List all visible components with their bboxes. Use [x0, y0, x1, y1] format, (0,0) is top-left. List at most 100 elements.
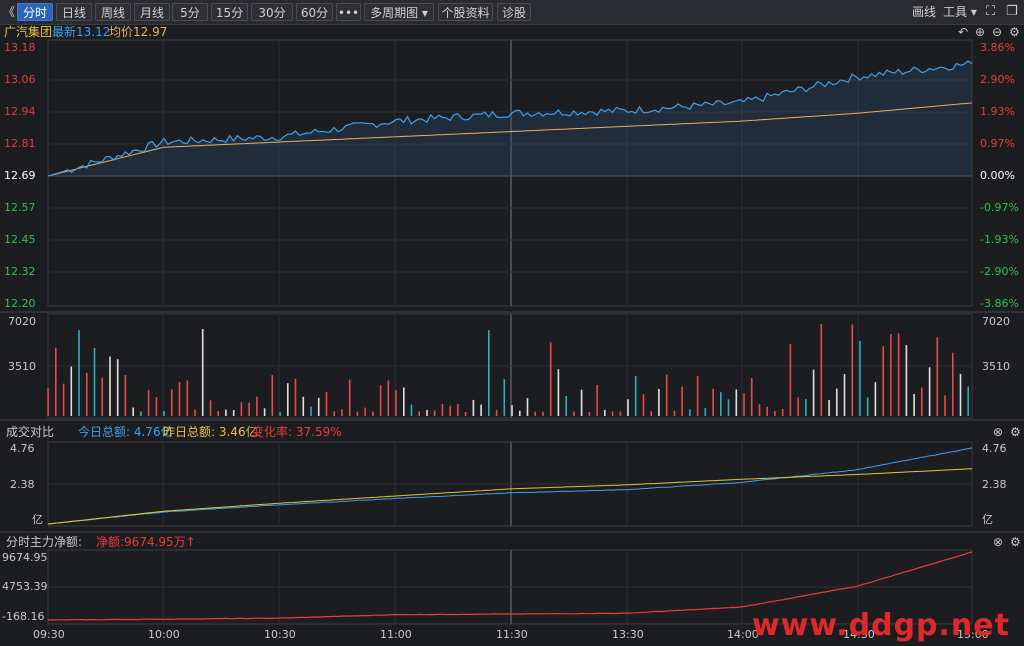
volume-bar [596, 385, 598, 416]
time-tick: 10:30 [264, 628, 296, 641]
price-tick: 12.45 [4, 233, 36, 246]
volume-bar [225, 409, 227, 416]
volume-bar [805, 398, 807, 416]
volume-bar [519, 410, 521, 416]
volume-bar [905, 345, 908, 416]
volume-bar [580, 389, 583, 416]
volume-bar [426, 410, 428, 416]
volume-bar [611, 411, 614, 416]
volume-bar [410, 404, 413, 416]
volume-bar [549, 342, 552, 416]
volume-bar [634, 376, 637, 416]
volume-bar [201, 329, 204, 416]
volume-bar [171, 389, 173, 416]
volume-bar [341, 409, 343, 416]
volume-bar [70, 366, 73, 416]
volume-bar [248, 402, 250, 416]
volume-bar [851, 324, 854, 416]
pct-tick: 0.97% [980, 137, 1015, 150]
volume-bar [294, 378, 297, 416]
volume-bar [287, 383, 289, 416]
volume-bar [317, 397, 320, 416]
time-tick: 13:30 [612, 628, 644, 641]
volume-bar [928, 367, 931, 416]
pct-tick: -1.93% [980, 233, 1019, 246]
volume-bar [310, 406, 312, 416]
volume-bar [472, 399, 475, 416]
volume-bar [604, 409, 606, 416]
volume-bar [673, 410, 676, 416]
volume-tick-mid-right: 3510 [982, 360, 1010, 373]
time-tick: 11:00 [380, 628, 412, 641]
volume-bar [681, 386, 683, 416]
volume-bar [147, 389, 150, 416]
turnover-change: 变化率: 37.59% [252, 425, 342, 439]
volume-bar [588, 412, 591, 416]
price-tick: 13.06 [4, 73, 36, 86]
volume-bar [743, 393, 745, 416]
volume-bar [936, 337, 939, 416]
price-tick: 12.20 [4, 297, 36, 310]
close-icon[interactable]: ⊗ [993, 425, 1003, 439]
volume-bar [93, 348, 96, 416]
volume-bar [449, 405, 451, 416]
volume-bar [55, 347, 57, 416]
volume-bar [750, 378, 753, 416]
turnover-tick-mid: 2.38 [10, 478, 35, 491]
turnover-tick-max-right: 4.76 [982, 442, 1007, 455]
volume-bar [797, 397, 799, 416]
volume-bar [921, 387, 923, 416]
turnover-title: 成交对比 [6, 425, 55, 439]
netflow-value: 净额:9674.95万↑ [96, 535, 196, 549]
volume-bar [658, 389, 660, 416]
pct-tick: 0.00% [980, 169, 1015, 182]
pct-tick: 3.86% [980, 41, 1015, 54]
pct-tick: 2.90% [980, 73, 1015, 86]
volume-bar [279, 412, 281, 416]
price-tick: 12.69 [4, 169, 36, 182]
price-tick: 12.57 [4, 201, 36, 214]
volume-bar [356, 411, 359, 416]
volume-bar [665, 374, 668, 416]
netflow-tick-min: -168.16 [2, 610, 45, 623]
price-tick: 13.18 [4, 41, 36, 54]
volume-bar [789, 344, 792, 416]
close-icon[interactable]: ⊗ [993, 535, 1003, 549]
volume-bar [696, 375, 699, 416]
volume-bar [619, 411, 622, 416]
volume-bar [178, 382, 181, 416]
volume-bar [488, 330, 490, 416]
volume-bar [395, 390, 397, 416]
volume-bar [47, 388, 49, 416]
time-tick: 09:30 [33, 628, 65, 641]
volume-bar [534, 411, 536, 416]
volume-tick-max: 7020 [8, 315, 36, 328]
price-tick: 12.81 [4, 137, 36, 150]
volume-bar [526, 398, 529, 416]
pct-tick: 1.93% [980, 105, 1015, 118]
turnover-tick-max: 4.76 [10, 442, 35, 455]
volume-bar [302, 396, 305, 416]
volume-bar [78, 330, 80, 416]
turnover-tick-mid-right: 2.38 [982, 478, 1007, 491]
volume-bar [828, 400, 830, 416]
volume-bar [565, 395, 567, 416]
volume-bar [194, 409, 196, 416]
volume-bar [952, 352, 954, 416]
volume-bar [86, 373, 88, 416]
volume-bar [232, 410, 235, 416]
volume-bar [542, 411, 544, 416]
volume-bar [372, 411, 374, 416]
volume-bar [897, 333, 900, 416]
time-tick: 10:00 [148, 628, 180, 641]
volume-bar [820, 324, 823, 416]
volume-bar [379, 385, 382, 416]
volume-bar [967, 386, 969, 416]
volume-bar [62, 383, 65, 416]
volume-bar [812, 369, 815, 416]
price-tick: 12.94 [4, 105, 36, 118]
gear-icon[interactable]: ⚙ [1010, 535, 1021, 549]
volume-bar [101, 377, 103, 416]
gear-icon[interactable]: ⚙ [1010, 425, 1021, 439]
volume-bar [480, 404, 482, 416]
